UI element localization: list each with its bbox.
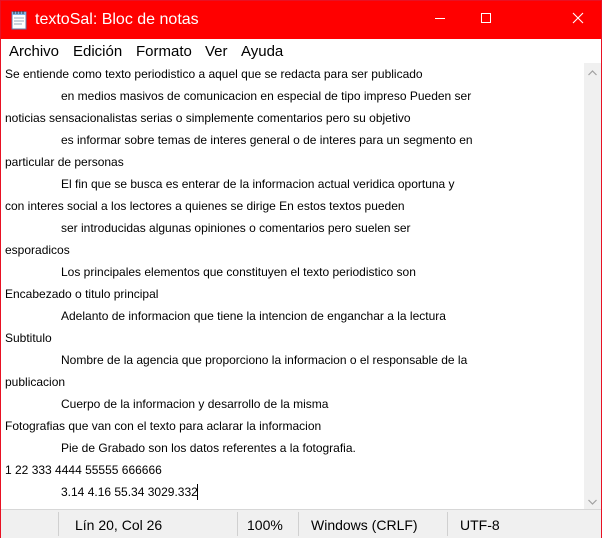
close-button[interactable] bbox=[555, 1, 601, 39]
status-separator bbox=[58, 512, 59, 536]
text-line: Los principales elementos que constituye… bbox=[61, 265, 416, 279]
status-separator bbox=[298, 512, 299, 536]
notepad-window: textoSal: Bloc de notas Archivo Edición … bbox=[0, 0, 602, 538]
text-line: con interes social a los lectores a quie… bbox=[5, 199, 405, 213]
text-line: Encabezado o titulo principal bbox=[5, 287, 159, 301]
text-caret bbox=[197, 484, 198, 500]
text-line: noticias sensacionalistas serias o simpl… bbox=[5, 111, 411, 125]
encoding: UTF-8 bbox=[460, 517, 500, 533]
text-line: Cuerpo de la informacion y desarrollo de… bbox=[61, 397, 329, 411]
text-line: publicacion bbox=[5, 375, 66, 389]
text-line: particular de personas bbox=[5, 155, 124, 169]
text-line: ser introducidas algunas opiniones o com… bbox=[61, 221, 411, 235]
chevron-down-icon bbox=[588, 492, 597, 510]
text-line: El fin que se busca es enterar de la inf… bbox=[61, 177, 455, 191]
cursor-position: Lín 20, Col 26 bbox=[75, 517, 163, 533]
text-line: 1 22 333 4444 55555 666666 bbox=[5, 463, 162, 477]
minimize-icon bbox=[434, 11, 446, 29]
close-icon bbox=[572, 11, 584, 29]
menu-bar: Archivo Edición Formato Ver Ayuda bbox=[1, 39, 601, 63]
menu-archivo[interactable]: Archivo bbox=[9, 43, 59, 60]
minimize-button[interactable] bbox=[417, 1, 463, 39]
status-bar: Lín 20, Col 26 100% Windows (CRLF) UTF-8 bbox=[1, 509, 601, 538]
maximize-icon bbox=[480, 11, 492, 29]
status-separator bbox=[447, 512, 448, 536]
scroll-up-button[interactable] bbox=[584, 63, 601, 80]
text-line: Fotografias que van con el texto para ac… bbox=[5, 419, 322, 433]
text-line: esporadicos bbox=[5, 243, 70, 257]
text-line: Subtitulo bbox=[5, 331, 52, 345]
status-separator bbox=[237, 512, 238, 536]
menu-edicion[interactable]: Edición bbox=[73, 43, 122, 60]
text-line: Adelanto de informacion que tiene la int… bbox=[61, 309, 446, 323]
text-line: 3.14 4.16 55.34 3029.332 bbox=[61, 485, 198, 499]
window-title: textoSal: Bloc de notas bbox=[35, 11, 199, 28]
text-line: Pie de Grabado son los datos referentes … bbox=[61, 441, 356, 455]
title-bar[interactable]: textoSal: Bloc de notas bbox=[1, 1, 601, 39]
chevron-up-icon bbox=[588, 63, 597, 81]
notepad-icon bbox=[11, 10, 27, 30]
vertical-scrollbar[interactable] bbox=[584, 63, 601, 509]
text-line: Se entiende como texto periodistico a aq… bbox=[5, 67, 423, 81]
text-line: es informar sobre temas de interes gener… bbox=[61, 133, 473, 147]
scroll-down-button[interactable] bbox=[584, 492, 601, 509]
menu-ver[interactable]: Ver bbox=[205, 43, 228, 60]
text-editor[interactable]: Se entiende como texto periodistico a aq… bbox=[1, 63, 584, 509]
text-line: Nombre de la agencia que proporciono la … bbox=[61, 353, 468, 367]
line-ending: Windows (CRLF) bbox=[311, 517, 418, 533]
menu-ayuda[interactable]: Ayuda bbox=[241, 43, 283, 60]
maximize-button[interactable] bbox=[463, 1, 509, 39]
zoom-level: 100% bbox=[247, 517, 283, 533]
menu-formato[interactable]: Formato bbox=[136, 43, 192, 60]
text-line: en medios masivos de comunicacion en esp… bbox=[61, 89, 472, 103]
